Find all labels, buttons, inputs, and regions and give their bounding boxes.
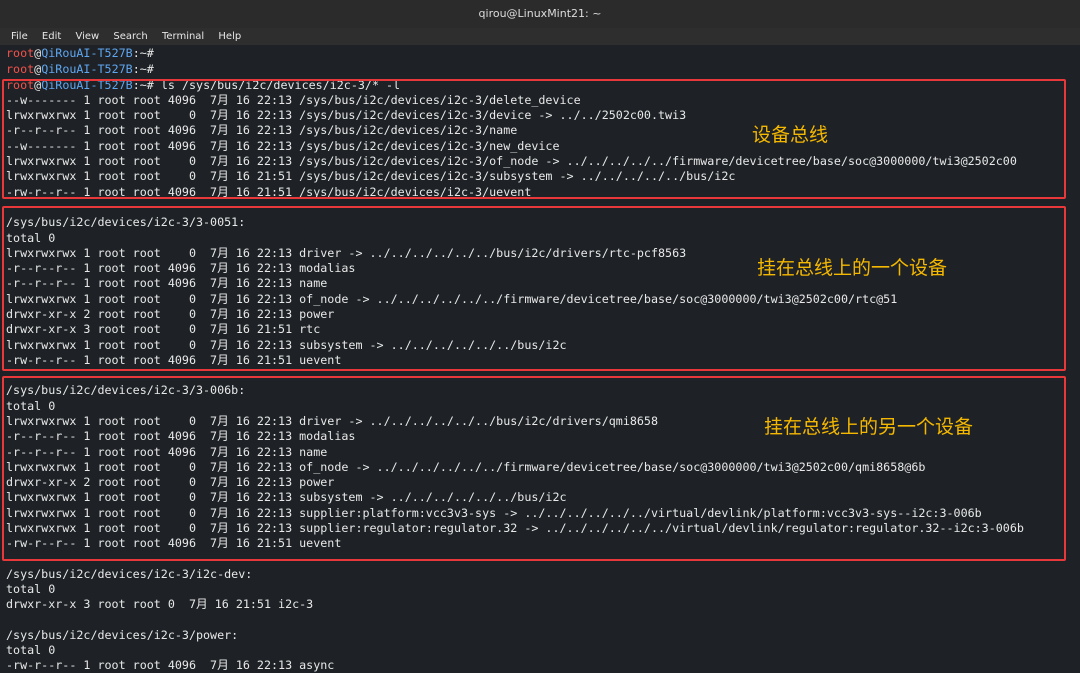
- terminal-output[interactable]: root@QiRouAI-T527B:~# root@QiRouAI-T527B…: [0, 45, 1080, 672]
- annotation-device2: 挂在总线上的另一个设备: [764, 416, 974, 438]
- menu-search[interactable]: Search: [113, 28, 147, 45]
- window-title: qirou@LinuxMint21: ~: [478, 7, 602, 20]
- listing-line: drwxr-xr-x 3 root root 0 7月 16 21:51 i2c…: [6, 597, 314, 611]
- menu-bar: File Edit View Search Terminal Help: [0, 28, 1080, 45]
- prompt-line: root@QiRouAI-T527B:~#: [6, 46, 154, 60]
- highlight-box-bus: [2, 79, 1066, 199]
- section-header: /sys/bus/i2c/devices/i2c-3/i2c-dev:: [6, 567, 253, 581]
- highlight-box-device1: [2, 206, 1066, 371]
- listing-line: total 0: [6, 643, 56, 657]
- menu-file[interactable]: File: [11, 28, 28, 45]
- annotation-device1: 挂在总线上的一个设备: [757, 257, 948, 279]
- menu-view[interactable]: View: [75, 28, 99, 45]
- section-header: /sys/bus/i2c/devices/i2c-3/power:: [6, 628, 239, 642]
- highlight-box-device2: [2, 376, 1066, 561]
- menu-help[interactable]: Help: [218, 28, 241, 45]
- annotation-bus: 设备总线: [752, 124, 829, 146]
- menu-terminal[interactable]: Terminal: [162, 28, 204, 45]
- prompt-line: root@QiRouAI-T527B:~#: [6, 62, 154, 76]
- window-titlebar[interactable]: qirou@LinuxMint21: ~: [0, 0, 1080, 28]
- listing-line: total 0: [6, 582, 56, 596]
- menu-edit[interactable]: Edit: [42, 28, 61, 45]
- listing-line: -rw-r--r-- 1 root root 4096 7月 16 22:13 …: [6, 658, 335, 672]
